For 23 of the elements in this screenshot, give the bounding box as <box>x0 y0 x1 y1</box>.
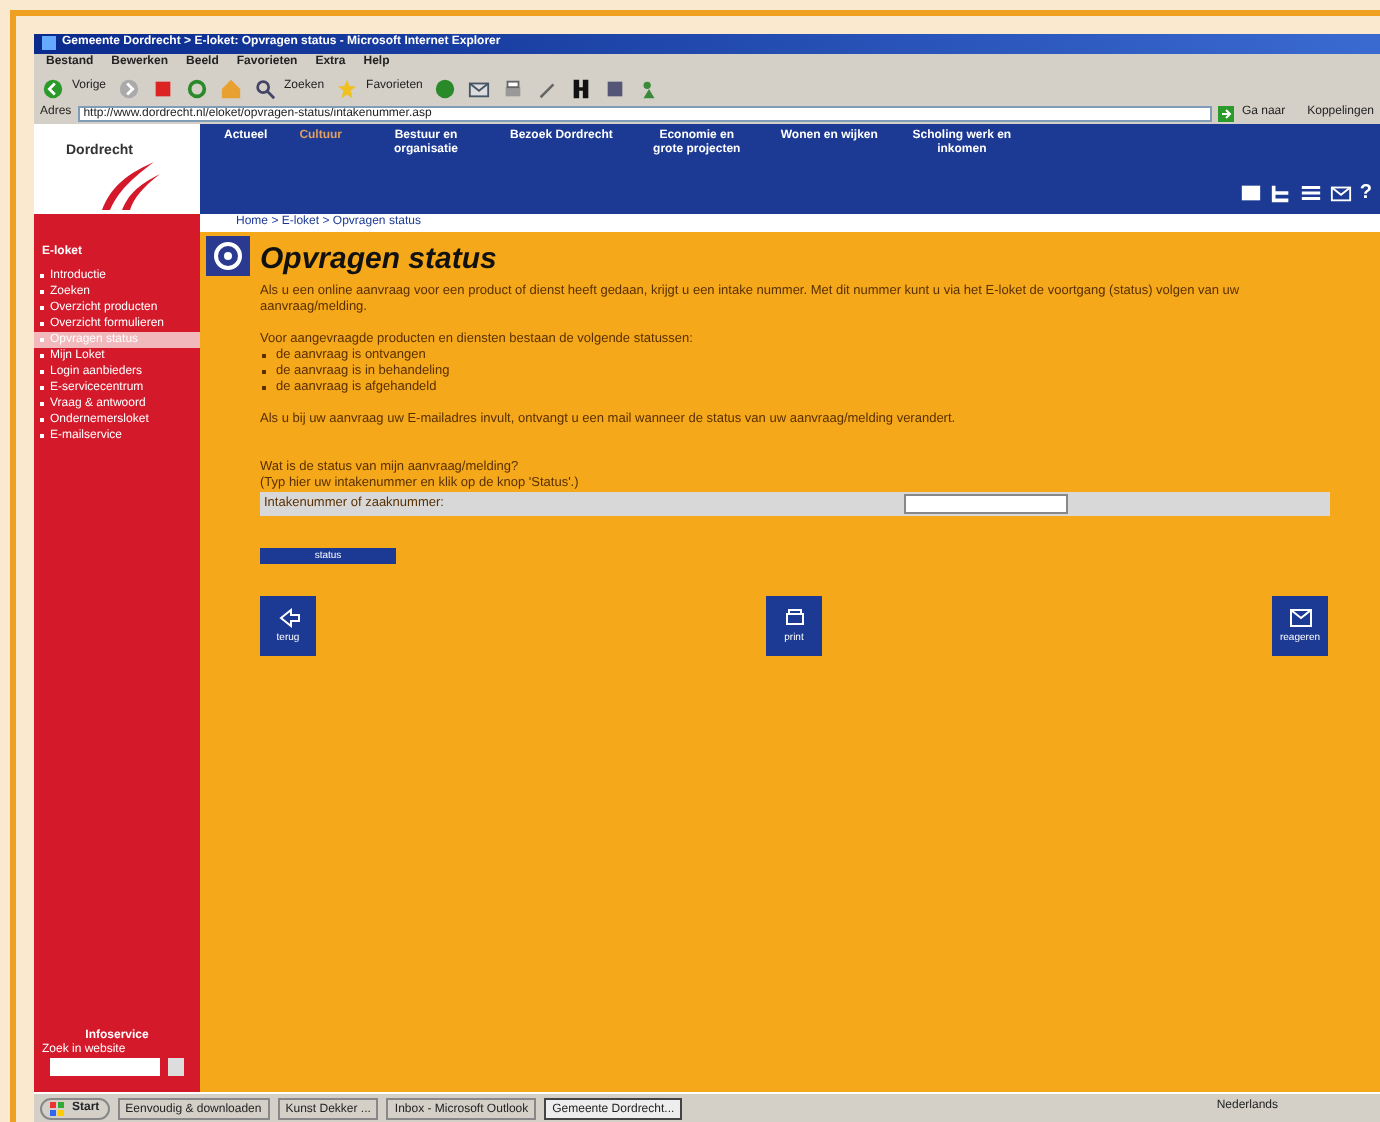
forward-icon[interactable] <box>118 77 141 99</box>
back-arrow-icon <box>275 606 301 630</box>
mail-icon[interactable] <box>468 77 491 99</box>
stop-icon[interactable] <box>152 77 175 99</box>
help-link[interactable]: ? <box>1359 182 1372 206</box>
square-icon[interactable] <box>604 77 627 99</box>
search-field[interactable] <box>50 1058 160 1076</box>
arrow-icon <box>1217 106 1234 122</box>
list-icon[interactable] <box>1299 182 1322 204</box>
mail-icon <box>1287 606 1313 630</box>
page-heading: Opvragen status <box>260 244 499 276</box>
intake-number-field[interactable] <box>904 494 1068 514</box>
star-icon <box>336 77 359 99</box>
search-icon <box>254 77 277 99</box>
tree-icon[interactable] <box>1269 182 1292 204</box>
back-icon <box>42 77 64 99</box>
printer-icon <box>781 606 807 630</box>
windows-logo-icon <box>50 1101 64 1115</box>
refresh-icon[interactable] <box>186 77 209 99</box>
printer-icon[interactable] <box>502 77 525 99</box>
window-icon <box>42 35 56 53</box>
letter-h-icon[interactable] <box>570 77 593 99</box>
mail-icon[interactable] <box>1329 182 1352 204</box>
